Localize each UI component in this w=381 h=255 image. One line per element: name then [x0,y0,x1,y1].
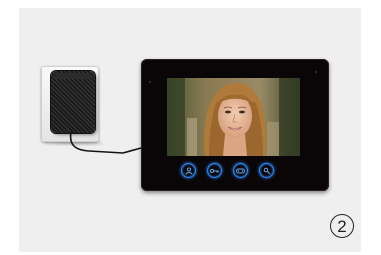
monitor-screen [167,78,300,156]
key-button[interactable] [207,163,222,178]
door-phone-monitor [141,59,329,191]
key-icon [210,168,219,173]
person-icon [185,166,192,175]
sensor-dot [149,81,151,83]
sensor-dot [315,71,317,73]
unlock-button[interactable] [181,163,196,178]
step-number-badge: 2 [330,214,354,238]
photo-scene [19,8,361,252]
talk-button[interactable] [233,163,248,178]
intercom-icon [236,168,245,173]
screen-image-visitor [167,78,300,156]
settings-icon [263,167,270,174]
menu-button[interactable] [259,163,274,178]
monitor-buttons [181,163,274,178]
